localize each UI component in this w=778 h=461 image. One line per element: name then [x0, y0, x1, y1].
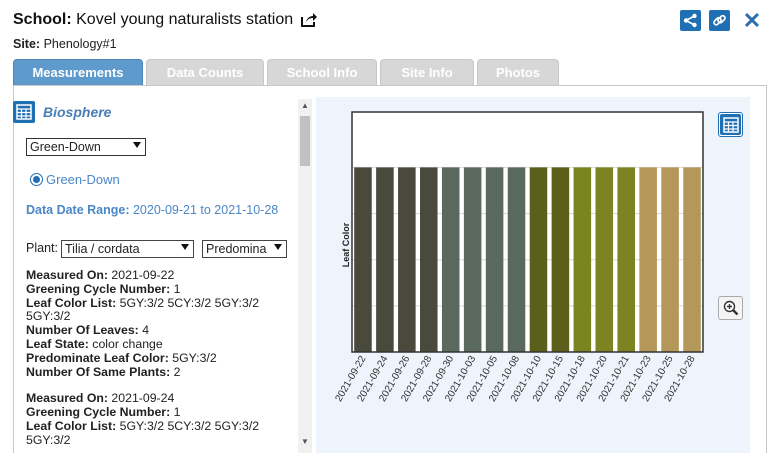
- share-icon[interactable]: [680, 10, 701, 31]
- tab-data-counts[interactable]: Data Counts: [146, 59, 264, 85]
- bar: [354, 167, 372, 352]
- field-value: 1: [173, 281, 181, 296]
- section-title: Biosphere: [43, 104, 112, 120]
- tab-measurements[interactable]: Measurements: [13, 59, 143, 85]
- bar: [420, 167, 438, 352]
- chart-table-button[interactable]: [718, 112, 743, 137]
- field-value: 1: [173, 405, 181, 420]
- measurement-record: Measured On: 2021-09-24 Greening Cycle N…: [26, 391, 296, 447]
- measurement-record: Measured On: 2021-09-22 Greening Cycle N…: [26, 268, 296, 379]
- field-label: Measured On:: [26, 391, 108, 406]
- school-name: Kovel young naturalists station: [76, 11, 294, 28]
- bar: [463, 167, 482, 352]
- field-value: 4: [142, 323, 150, 338]
- field-label: Greening Cycle Number:: [26, 405, 171, 420]
- bar: [617, 167, 635, 352]
- bar: [376, 167, 394, 352]
- field-value: color change: [92, 336, 163, 351]
- bar: [529, 167, 548, 352]
- scroll-down-arrow-icon[interactable]: ▼: [298, 437, 312, 447]
- link-icon[interactable]: [709, 10, 730, 31]
- field-label: Predominate Leaf Color:: [26, 350, 169, 365]
- bar: [595, 167, 614, 352]
- bar: [639, 167, 657, 352]
- school-title: School: Kovel young naturalists station: [13, 11, 293, 29]
- bar: [551, 167, 570, 352]
- y-axis-label: Leaf Color: [341, 222, 351, 267]
- leaf-color-chart: Leaf Color2021-09-222021-09-242021-09-26…: [333, 111, 704, 404]
- field-label: Greening Cycle Number:: [26, 281, 171, 296]
- field-value: 5GY:3/2: [172, 350, 217, 365]
- protocol-select[interactable]: Green-Down: [26, 138, 146, 156]
- protocol-select-value: Green-Down: [30, 140, 101, 154]
- site-line: Site: Phenology#1: [13, 37, 117, 51]
- field-label: Leaf Color List:: [26, 418, 117, 433]
- bar: [661, 167, 679, 352]
- measurement-list: Measured On: 2021-09-22 Greening Cycle N…: [26, 268, 296, 461]
- radio-button[interactable]: [30, 173, 43, 186]
- field-label: Measured On:: [26, 268, 108, 282]
- radio-option[interactable]: Green-Down: [30, 172, 120, 187]
- radio-label: Green-Down: [46, 172, 120, 187]
- zoom-in-icon: [723, 300, 738, 316]
- field-value: 2021-09-22: [111, 268, 175, 282]
- zoom-in-button[interactable]: [718, 296, 743, 320]
- tab-school-info[interactable]: School Info: [267, 59, 377, 85]
- chevron-down-icon: [133, 142, 141, 148]
- color-select-value: Predomina: [206, 242, 267, 256]
- site-label: Site:: [13, 37, 41, 51]
- field-label: Number Of Same Plants:: [26, 364, 171, 379]
- bar: [441, 167, 460, 352]
- biosphere-header: Biosphere: [13, 101, 111, 123]
- tab-site-info[interactable]: Site Info: [380, 59, 474, 85]
- bar: [573, 167, 592, 352]
- site-name: Phenology#1: [43, 37, 117, 51]
- external-link-icon[interactable]: [300, 12, 318, 28]
- chart-area: Leaf Color 2021-09-22 2021-09-24 2021-09-26…: [316, 97, 750, 453]
- chevron-down-icon: [181, 244, 189, 250]
- color-select[interactable]: Predomina: [202, 240, 287, 258]
- tab-photos[interactable]: Photos: [477, 59, 559, 85]
- bar: [398, 167, 416, 352]
- plant-select[interactable]: Tilia / cordata: [61, 240, 194, 258]
- bar: [683, 167, 701, 352]
- field-label: Leaf Color List:: [26, 295, 117, 310]
- close-icon[interactable]: ✕: [742, 9, 762, 31]
- plant-select-value: Tilia / cordata: [65, 242, 140, 256]
- date-range-value: 2020-09-21 to 2021-10-28: [132, 203, 279, 217]
- table-icon[interactable]: [13, 101, 35, 123]
- field-label: Number Of Leaves:: [26, 323, 139, 338]
- date-range-label: Data Date Range:: [26, 203, 130, 217]
- field-label: Leaf State:: [26, 336, 89, 351]
- header-actions: ✕: [680, 9, 762, 31]
- field-value: 2021-09-24: [111, 391, 175, 406]
- tab-bar: Measurements Data Counts School Info Sit…: [13, 59, 559, 85]
- bar: [507, 167, 526, 352]
- scroll-thumb[interactable]: [300, 116, 310, 166]
- scroll-up-arrow-icon[interactable]: ▲: [298, 101, 312, 111]
- table-icon: [720, 114, 741, 135]
- school-label: School:: [13, 11, 72, 28]
- field-value: 2: [173, 364, 181, 379]
- left-scrollbar[interactable]: ▲ ▼: [298, 99, 312, 453]
- plant-label: Plant:: [26, 241, 58, 255]
- chevron-down-icon: [274, 244, 282, 250]
- date-range: Data Date Range: 2020-09-21 to 2021-10-2…: [26, 203, 278, 217]
- bar: [485, 167, 504, 352]
